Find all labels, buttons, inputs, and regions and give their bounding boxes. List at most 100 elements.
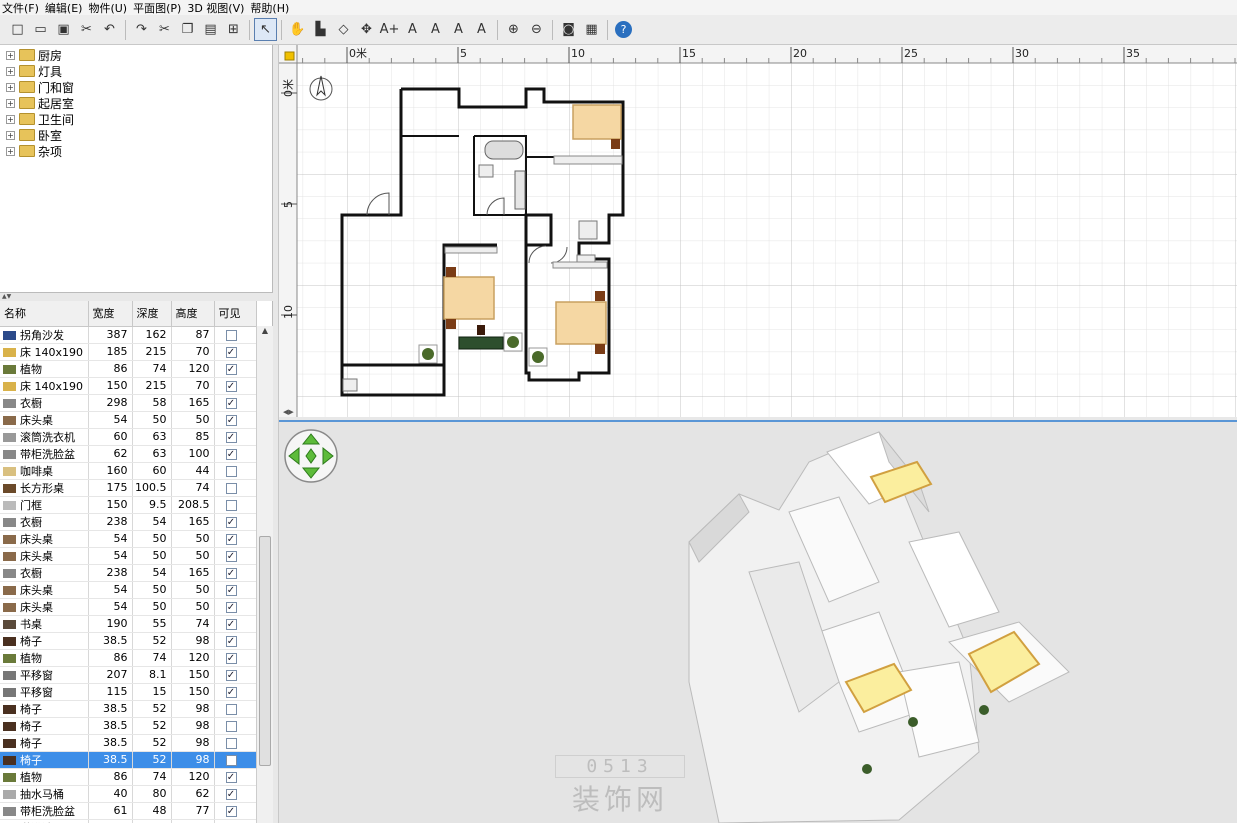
visible-checkbox[interactable]: ✓	[225, 397, 237, 409]
table-row[interactable]: 椅子 38.5 52 98	[0, 734, 257, 752]
table-row[interactable]: 椅子 38.5 52 98	[0, 751, 257, 769]
furniture-table-scrollbar[interactable]: ▲	[256, 326, 273, 823]
zoom-out-icon[interactable]: ⊖	[525, 18, 548, 41]
expand-icon[interactable]: +	[6, 98, 15, 108]
furniture-catalog-tree[interactable]: + 厨房 + 灯具 + 门和窗 + 起居室 + 卫生间 + 卧室 + 杂项	[0, 45, 273, 293]
table-row[interactable]: 植物 86 74 120 ✓	[0, 360, 257, 378]
table-row[interactable]: 长方形桌 175 100.5 74	[0, 479, 257, 497]
table-row[interactable]: 床头桌 54 50 50 ✓	[0, 581, 257, 599]
visible-checkbox[interactable]: ✓	[225, 346, 237, 358]
chair[interactable]	[477, 325, 485, 335]
table-row[interactable]: 椅子 38.5 52 98	[0, 717, 257, 735]
visible-checkbox[interactable]	[225, 720, 237, 732]
create-photo-icon[interactable]: ◙	[557, 18, 580, 41]
table-row[interactable]: 平移窗 207 8.1 150 ✓	[0, 666, 257, 684]
table-row[interactable]: 床头桌 54 50 50 ✓	[0, 411, 257, 429]
table-row[interactable]: 书桌 190 55 74 ✓	[0, 615, 257, 633]
bold-text-icon[interactable]: A	[447, 18, 470, 41]
table-row[interactable]: 床头桌 54 50 50 ✓	[0, 547, 257, 565]
reduce-text-icon[interactable]: A	[424, 18, 447, 41]
redo-icon[interactable]: ↷	[130, 18, 153, 41]
select-arrow-icon[interactable]: ↖	[254, 18, 277, 41]
table-row[interactable]: 淋浴池103112211✓	[0, 819, 257, 823]
table-row[interactable]: 平移窗 115 15 150 ✓	[0, 683, 257, 701]
create-video-icon[interactable]: ▦	[580, 18, 603, 41]
catalog-category[interactable]: + 起居室	[0, 95, 272, 111]
column-header[interactable]: 宽度	[88, 301, 133, 327]
menu-item-1[interactable]: 编辑(E)	[43, 0, 87, 16]
shower[interactable]	[514, 170, 526, 210]
visible-checkbox[interactable]	[225, 754, 237, 766]
paste-icon[interactable]: ▤	[199, 18, 222, 41]
visible-checkbox[interactable]	[225, 482, 237, 494]
add-text-icon[interactable]: A+	[378, 18, 401, 41]
table-row[interactable]: 床 140x190 150 215 70 ✓	[0, 377, 257, 395]
help-icon[interactable]: ?	[615, 21, 632, 38]
table-row[interactable]: 咖啡桌 160 60 44	[0, 462, 257, 480]
3d-view[interactable]: 0513 装饰网	[279, 422, 1237, 823]
visible-checkbox[interactable]	[225, 499, 237, 511]
wardrobe[interactable]	[444, 246, 498, 254]
pan-hand-icon[interactable]: ✋	[286, 18, 309, 41]
catalog-splitter[interactable]: ▲▼	[0, 293, 273, 301]
table-row[interactable]: 椅子 38.5 52 98	[0, 700, 257, 718]
table-row[interactable]: 衣橱 238 54 165 ✓	[0, 513, 257, 531]
visible-checkbox[interactable]	[225, 465, 237, 477]
table-row[interactable]: 床头桌 54 50 50 ✓	[0, 530, 257, 548]
create-rooms-icon[interactable]: ◇	[332, 18, 355, 41]
visible-checkbox[interactable]: ✓	[225, 414, 237, 426]
visible-checkbox[interactable]: ✓	[225, 788, 237, 800]
cut-preferences-icon[interactable]: ✂	[75, 18, 98, 41]
table-row[interactable]: 带柜洗脸盆 62 63 100 ✓	[0, 445, 257, 463]
table-row[interactable]: 植物 86 74 120 ✓	[0, 649, 257, 667]
visible-checkbox[interactable]: ✓	[225, 686, 237, 698]
washbasin[interactable]	[478, 164, 494, 178]
expand-icon[interactable]: +	[6, 66, 15, 76]
bathtub[interactable]	[484, 140, 524, 160]
visible-checkbox[interactable]: ✓	[225, 584, 237, 596]
add-furniture-icon[interactable]: ⊞	[222, 18, 245, 41]
navigation-arrows-icon[interactable]	[284, 429, 338, 483]
catalog-category[interactable]: + 卫生间	[0, 111, 272, 127]
expand-icon[interactable]: +	[6, 82, 15, 92]
expand-icon[interactable]: +	[6, 146, 15, 156]
visible-checkbox[interactable]: ✓	[225, 516, 237, 528]
visible-checkbox[interactable]: ✓	[225, 635, 237, 647]
visible-checkbox[interactable]: ✓	[225, 431, 237, 443]
catalog-category[interactable]: + 灯具	[0, 63, 272, 79]
open-icon[interactable]: ▭	[29, 18, 52, 41]
new-icon[interactable]: □	[6, 18, 29, 41]
create-dimensions-icon[interactable]: ✥	[355, 18, 378, 41]
visible-checkbox[interactable]: ✓	[225, 618, 237, 630]
table-row[interactable]: 拐角沙发 387 162 87	[0, 326, 257, 344]
table-row[interactable]: 衣橱 238 54 165 ✓	[0, 564, 257, 582]
visible-checkbox[interactable]: ✓	[225, 567, 237, 579]
desk[interactable]	[458, 336, 504, 350]
visible-checkbox[interactable]	[225, 737, 237, 749]
table-row[interactable]: 椅子 38.5 52 98 ✓	[0, 632, 257, 650]
plan-scroll-arrow-icon[interactable]: ◀▶	[283, 408, 294, 416]
scroll-up-arrow-icon[interactable]: ▲	[257, 326, 273, 335]
copy-icon[interactable]: ❐	[176, 18, 199, 41]
cabinet[interactable]	[342, 378, 358, 392]
catalog-category[interactable]: + 门和窗	[0, 79, 272, 95]
table-row[interactable]: 抽水马桶 40 80 62 ✓	[0, 785, 257, 803]
visible-checkbox[interactable]: ✓	[225, 533, 237, 545]
column-header[interactable]: 深度	[132, 301, 172, 327]
table-row[interactable]: 床 140x190 185 215 70 ✓	[0, 343, 257, 361]
expand-icon[interactable]: +	[6, 114, 15, 124]
visible-checkbox[interactable]: ✓	[225, 363, 237, 375]
table-row[interactable]: 植物 86 74 120 ✓	[0, 768, 257, 786]
expand-icon[interactable]: +	[6, 50, 15, 60]
column-header[interactable]: 可见	[214, 301, 257, 327]
table-row[interactable]: 床头桌 54 50 50 ✓	[0, 598, 257, 616]
visible-checkbox[interactable]: ✓	[225, 805, 237, 817]
lock-icon[interactable]	[284, 51, 295, 61]
visible-checkbox[interactable]: ✓	[225, 550, 237, 562]
catalog-category[interactable]: + 卧室	[0, 127, 272, 143]
create-walls-icon[interactable]: ▙	[309, 18, 332, 41]
menu-item-5[interactable]: 帮助(H)	[248, 0, 293, 16]
table-row[interactable]: 滚筒洗衣机 60 63 85 ✓	[0, 428, 257, 446]
table-row[interactable]: 衣橱 298 58 165 ✓	[0, 394, 257, 412]
italic-text-icon[interactable]: A	[470, 18, 493, 41]
